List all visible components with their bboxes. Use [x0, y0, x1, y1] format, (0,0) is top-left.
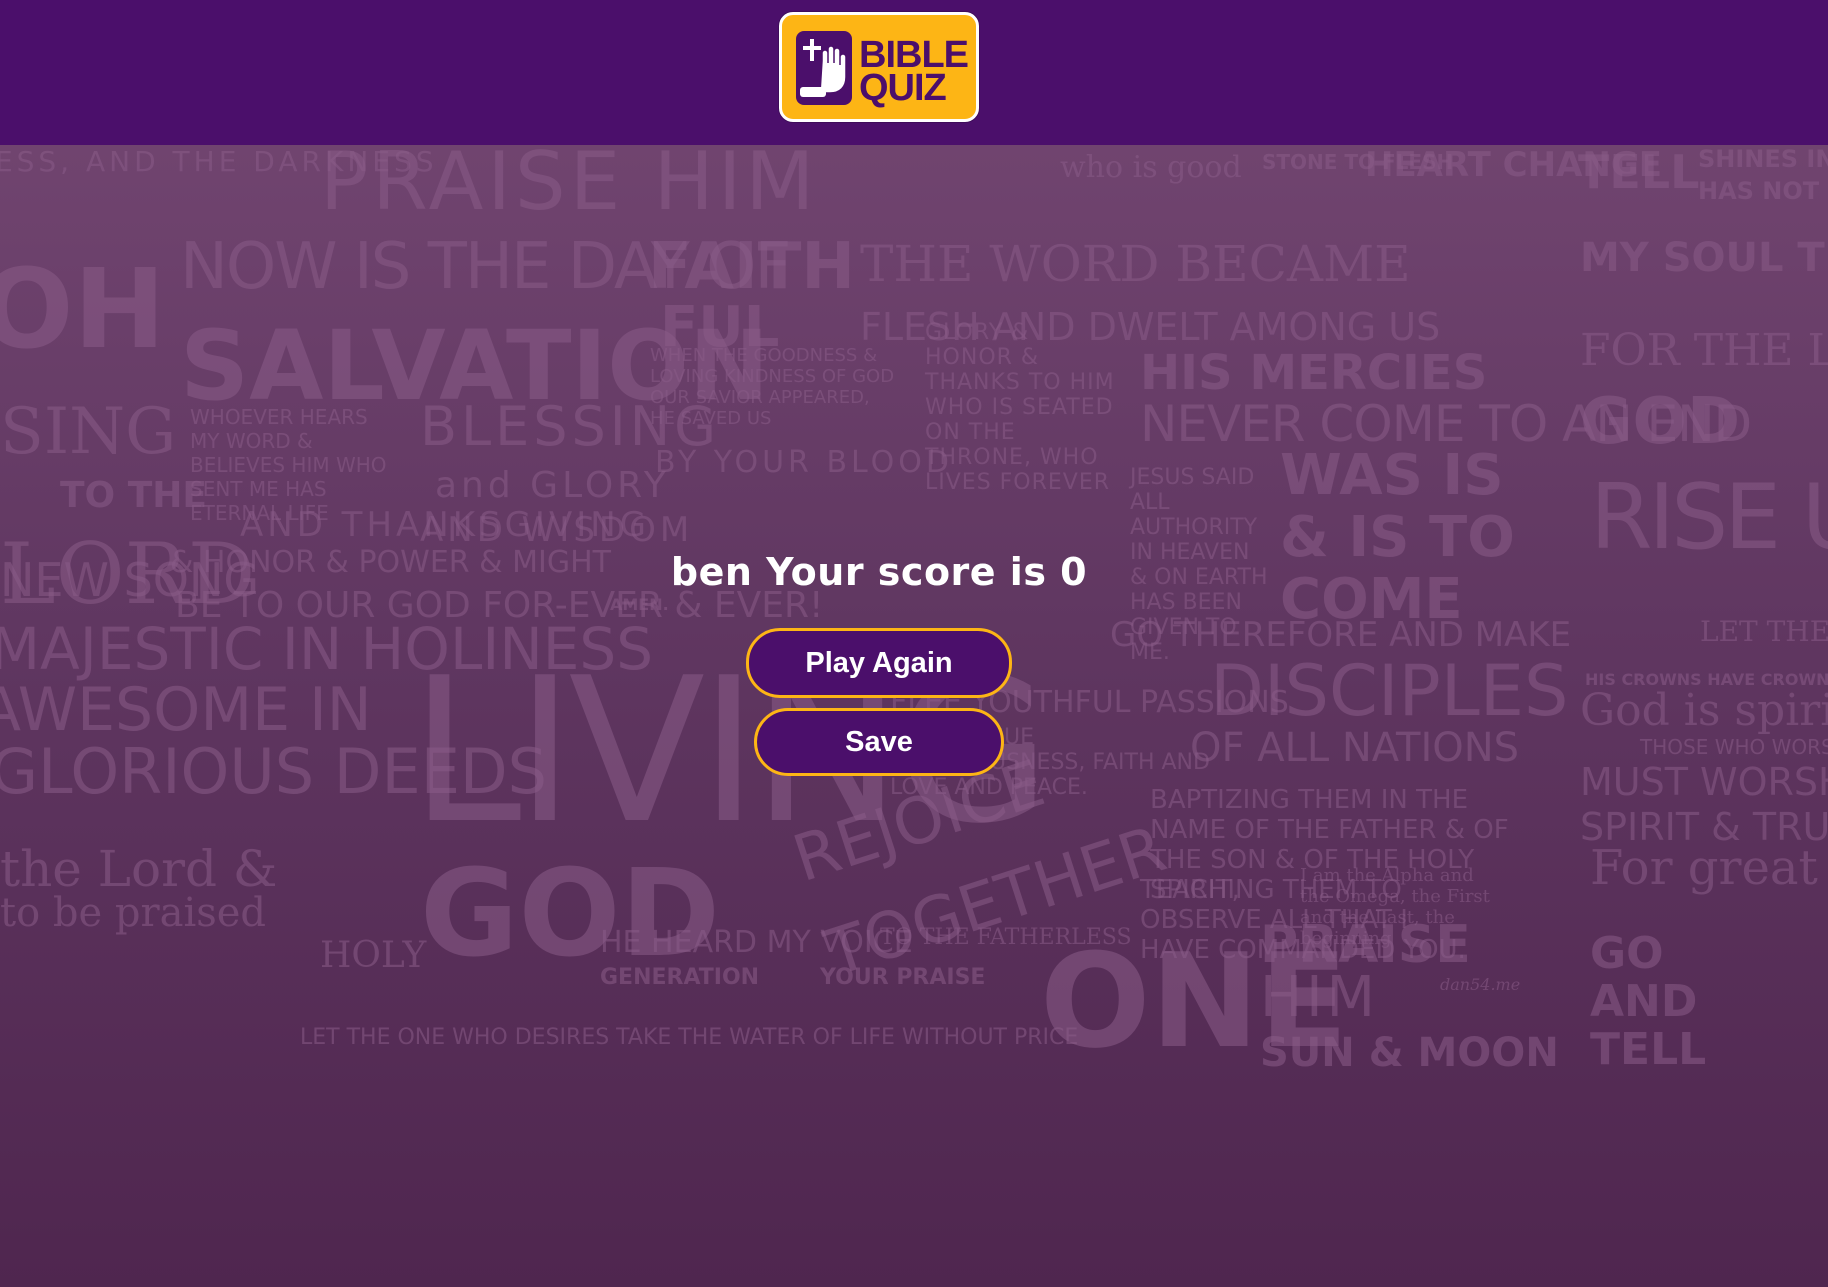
bg-word: WAS IS & IS TO COME	[1280, 443, 1515, 632]
bg-word: God is spirit	[1580, 685, 1828, 736]
bg-word: TO THE	[60, 475, 207, 516]
bg-word: For great	[1590, 840, 1818, 896]
bg-word: LET THE ONE WHO DESIRES TAKE THE WATER O…	[300, 1025, 1079, 1050]
bg-word: TELL	[1578, 145, 1700, 199]
bg-word: THE WORD BECAME	[860, 235, 1411, 293]
bg-word: FOR THE Living	[1580, 325, 1828, 376]
bg-word: HOLY	[320, 935, 427, 976]
bg-word: AMEN.	[610, 595, 669, 614]
bg-word: SHINES IN THE	[1698, 145, 1828, 173]
bg-word: HAS NOT OVE	[1698, 177, 1828, 205]
bg-word: MUST WORSHIP	[1580, 760, 1828, 804]
bg-word: AND THANKSGIVING	[240, 505, 651, 545]
bg-word: dan54.me	[1440, 975, 1521, 994]
bg-word: PRAISE HIM	[320, 145, 819, 228]
bg-word: and GLORY	[435, 465, 670, 506]
bg-word: GENERATION	[600, 965, 760, 990]
bg-word: SING	[0, 395, 177, 469]
bg-word: LET THE SEA ROAR	[1700, 615, 1828, 648]
bg-word: OH	[0, 245, 166, 373]
bg-word: OF ALL NATIONS	[1190, 725, 1520, 771]
play-again-button[interactable]: Play Again	[746, 628, 1012, 698]
bg-word: BY YOUR BLOOD	[655, 445, 953, 480]
bg-word: MY SOUL THIRSTS FOR GOD,	[1580, 235, 1828, 281]
bible-quiz-logo[interactable]: BIBLE QUIZ	[779, 12, 979, 122]
bg-word: HE HEARD MY VOICE	[600, 925, 913, 960]
bg-word: THOSE WHO WORSHIP	[1640, 735, 1828, 759]
bg-word: FAITH	[648, 230, 855, 304]
bg-word: GOD	[420, 845, 721, 984]
bg-word: who is good	[1060, 150, 1242, 185]
bg-word: GO THEREFORE AND MAKE	[1110, 615, 1572, 655]
bg-word: GLORY & HONOR & THANKS TO HIM WHO IS SEA…	[925, 320, 1115, 495]
save-button[interactable]: Save	[754, 708, 1004, 776]
top-navigation-bar: BIBLE QUIZ	[0, 0, 1828, 145]
score-message: ben Your score is 0	[670, 550, 1088, 594]
praying-hand-cross-icon	[796, 31, 852, 105]
bg-word: YOUR PRAISE	[820, 965, 986, 990]
bg-word: to be praised	[0, 890, 267, 936]
bg-word: SUN & MOON	[1260, 1030, 1559, 1076]
bg-word: GO AND TELL	[1590, 928, 1707, 1075]
bg-word: HIS MERCIES	[1140, 345, 1488, 401]
bg-word: HIM	[1260, 965, 1379, 1030]
logo-text-quiz: QUIZ	[859, 67, 947, 109]
